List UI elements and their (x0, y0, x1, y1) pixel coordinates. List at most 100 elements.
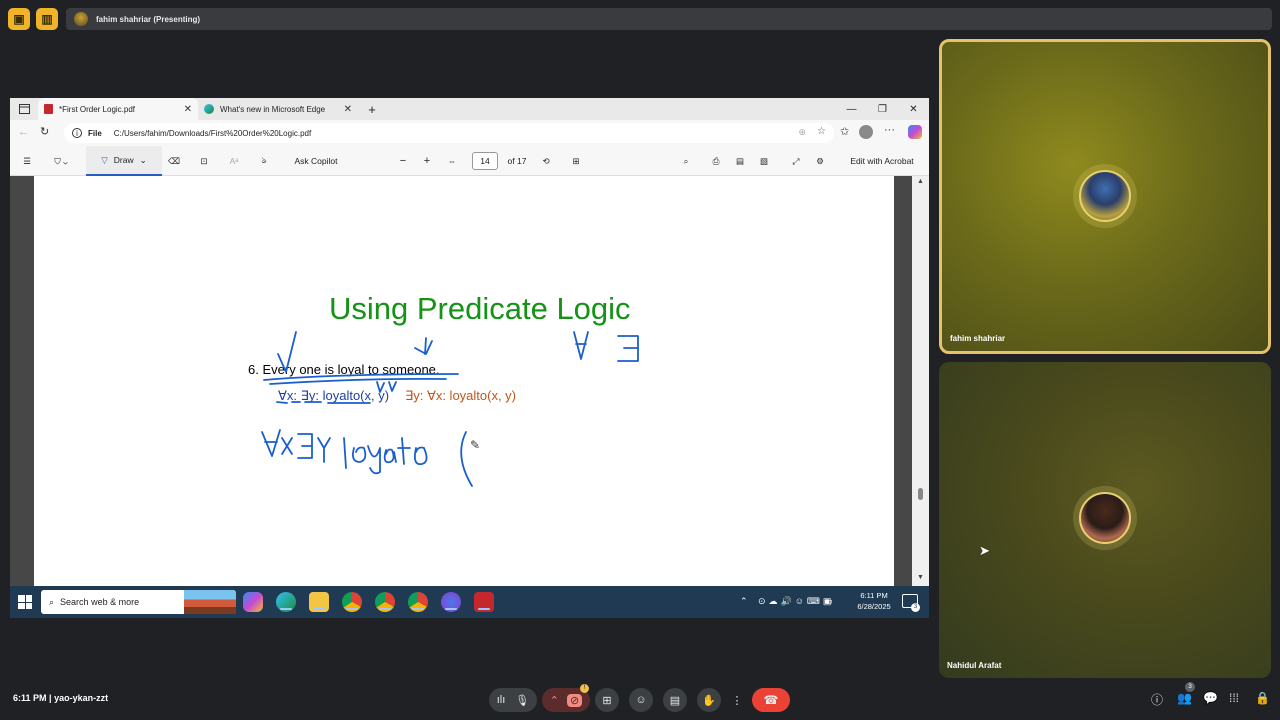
present-icon: ⊞ (602, 694, 612, 707)
search-icon: ⌕ (49, 596, 55, 607)
close-icon[interactable]: ✕ (344, 104, 352, 115)
more-options-button[interactable]: ⋮ (729, 688, 745, 712)
edit-with-acrobat-button[interactable]: Edit with Acrobat (842, 146, 922, 176)
edge-app-icon[interactable] (276, 592, 296, 612)
close-icon[interactable]: ✕ (184, 104, 192, 115)
text-size-icon[interactable]: Aᵃ (226, 146, 242, 176)
meet-bottom-bar: 6:11 PM | yao-ykan-zzt ılı 🎙 ⌃ ⊘ ! ⊞ ☺ ▤… (0, 680, 1280, 720)
chevron-down-icon: ⌄ (139, 154, 147, 165)
url-text: C:/Users/fahim/Downloads/First%20Order%2… (113, 128, 312, 138)
favorites-icon[interactable]: ✩ (840, 125, 849, 138)
browser-titlebar: *First Order Logic.pdf ✕ What's new in M… (10, 98, 929, 120)
new-tab-icon[interactable]: + (358, 98, 386, 120)
taskbar-time: 6:11 PM (860, 591, 888, 600)
taskbar-search-box[interactable]: ⌕ Search web & more (41, 590, 236, 614)
window-close-icon[interactable]: ✕ (898, 104, 929, 115)
chrome-profile-2-icon[interactable] (375, 592, 395, 612)
zoom-in-icon[interactable]: + (420, 146, 434, 176)
copilot-icon[interactable] (908, 125, 922, 139)
edit-with-acrobat-label: Edit with Acrobat (850, 156, 914, 166)
refresh-icon[interactable]: ↻ (40, 125, 49, 138)
restore-icon[interactable]: ❐ (867, 104, 898, 115)
file-explorer-icon[interactable] (309, 592, 329, 612)
fit-page-icon[interactable]: ⇔ (444, 146, 460, 176)
leave-call-button[interactable]: ☎ (752, 688, 790, 712)
url-field[interactable]: i File C:/Users/fahim/Downloads/First%20… (64, 123, 834, 143)
activities-grid-icon[interactable]: ⁞⁞⁞ (1229, 691, 1239, 705)
scroll-up-icon[interactable]: ▲ (917, 178, 924, 185)
presentation-icon[interactable]: ▣ (8, 8, 30, 30)
zoom-icon[interactable]: ⊕ (798, 127, 806, 138)
zoom-out-icon[interactable]: − (396, 146, 410, 176)
save-as-icon[interactable]: ▧ (756, 146, 772, 176)
more-icon[interactable]: ··· (884, 124, 895, 136)
tab-pdf[interactable]: *First Order Logic.pdf ✕ (38, 98, 198, 120)
people-icon[interactable]: 👥 (1177, 691, 1192, 705)
page-view-icon[interactable]: ⊞ (568, 146, 584, 176)
windows-start-icon[interactable] (18, 595, 32, 609)
settings-gear-icon[interactable]: ⚙ (812, 146, 828, 176)
fullscreen-icon[interactable]: ⤢ (788, 146, 804, 176)
tab-edge-news-label: What's new in Microsoft Edge (220, 104, 326, 114)
ink-hand-y (317, 437, 331, 463)
url-prefix: File (88, 128, 102, 138)
hang-up-icon: ☎ (763, 693, 779, 707)
chat-icon[interactable]: 💬 (1203, 691, 1218, 705)
battery-icon[interactable]: ▭ (824, 596, 833, 607)
building-icon[interactable]: ▥ (36, 8, 58, 30)
chrome-app-icon[interactable] (441, 592, 461, 612)
tab-edge-news[interactable]: What's new in Microsoft Edge ✕ (198, 98, 358, 120)
ink-exists-symbol (617, 335, 639, 362)
highlight-icon[interactable]: ⛉ ⌄ (46, 146, 76, 176)
meeting-details-icon[interactable]: ⓘ (1151, 691, 1163, 708)
avatar-ring (1073, 164, 1137, 228)
chrome-profile-3-icon[interactable] (408, 592, 428, 612)
audio-control[interactable]: ılı 🎙 (489, 688, 537, 712)
copilot-app-icon[interactable] (243, 592, 263, 612)
pdf-file-icon (44, 104, 53, 114)
tab-actions-icon[interactable] (10, 98, 38, 120)
pen-cursor-icon: ✎ (470, 438, 481, 452)
scroll-thumb[interactable] (918, 488, 923, 500)
ink-down-arrow-2 (414, 337, 433, 355)
page-number-value: 14 (480, 156, 490, 166)
search-icon[interactable]: ⌕ (678, 146, 694, 176)
host-controls-lock-icon[interactable]: 🔒 (1255, 691, 1270, 705)
mouse-cursor-icon: ➤ (979, 543, 990, 558)
presenter-avatar (74, 12, 88, 26)
raise-hand-button[interactable]: ✋ (697, 688, 721, 712)
contents-icon[interactable]: ☰ (18, 146, 36, 176)
ink-hand-x (281, 437, 293, 455)
tray-chevron-up-icon[interactable]: ⌃ (740, 596, 748, 607)
participant-tile[interactable]: Nahidul Arafat (939, 362, 1271, 678)
info-icon: i (72, 128, 82, 138)
save-icon[interactable]: ▤ (732, 146, 748, 176)
print-icon[interactable]: ⎙ (708, 146, 724, 176)
chrome-icon[interactable] (342, 592, 362, 612)
pdf-page: Using Predicate Logic 6. Every one is lo… (34, 176, 894, 586)
profile-avatar[interactable] (859, 125, 873, 139)
ask-copilot-button[interactable]: Ask Copilot (286, 146, 346, 176)
favorite-star-icon[interactable]: ☆ (817, 126, 826, 137)
acrobat-icon[interactable] (474, 592, 494, 612)
eraser-icon[interactable]: ⌫ (166, 146, 182, 176)
read-aloud-icon[interactable]: ঌ (256, 146, 272, 176)
captions-button[interactable]: ▤ (663, 688, 687, 712)
people-count-badge: 3 (1185, 682, 1195, 692)
back-icon[interactable]: ← (18, 126, 29, 138)
meeting-info: 6:11 PM | yao-ykan-zzt (13, 693, 108, 703)
tray-icons[interactable]: ⊙☁🔊☺⌨▣ (758, 596, 834, 607)
participant-tile-active[interactable]: fahim shahriar (939, 39, 1271, 354)
draw-button[interactable]: ▽ Draw ⌄ (86, 146, 162, 176)
minimize-icon[interactable]: — (836, 104, 867, 115)
reactions-button[interactable]: ☺ (629, 688, 653, 712)
captions-icon: ▤ (669, 694, 681, 707)
taskbar-clock[interactable]: 6:11 PM 6/28/2025 (852, 590, 896, 612)
present-screen-button[interactable]: ⊞ (595, 688, 619, 712)
text-box-icon[interactable]: ⊡ (196, 146, 212, 176)
page-number-input[interactable]: 14 (472, 152, 498, 170)
rotate-icon[interactable]: ⟲ (538, 146, 554, 176)
pdf-scrollbar[interactable]: ▲ ▼ (912, 176, 929, 586)
scroll-down-icon[interactable]: ▼ (917, 574, 924, 581)
ink-forall-symbol (573, 331, 589, 360)
